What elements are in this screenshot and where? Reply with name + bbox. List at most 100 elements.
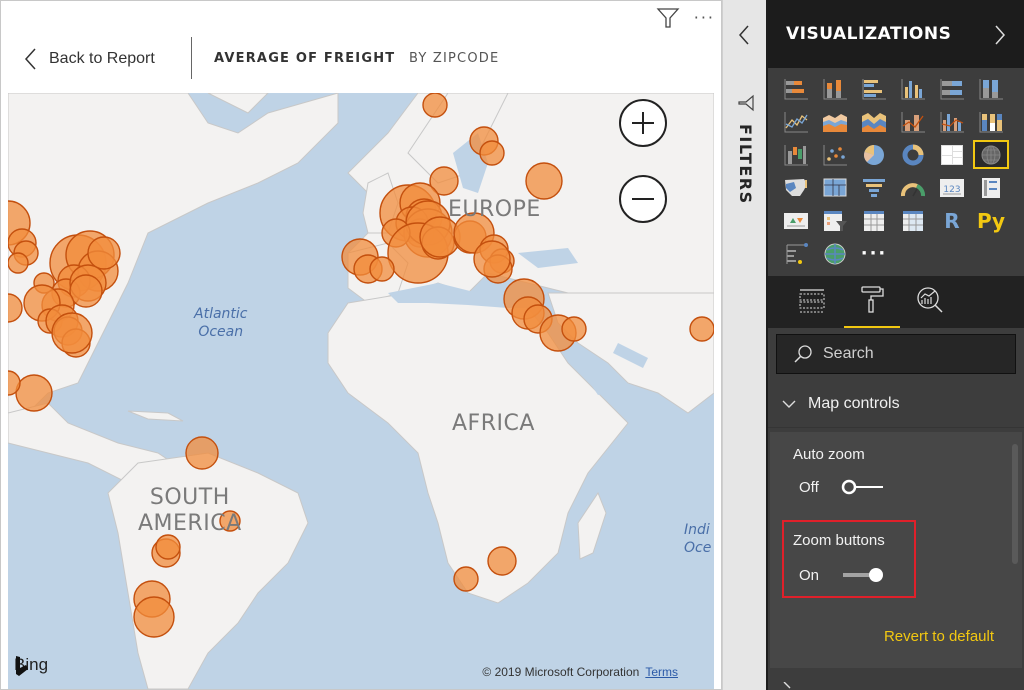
plus-icon <box>632 112 654 134</box>
multi-row-card-icon[interactable] <box>973 173 1009 202</box>
format-pane-scrollbar[interactable] <box>1012 444 1018 564</box>
table-icon[interactable] <box>856 206 892 235</box>
100-stacked-bar-chart-icon[interactable] <box>934 74 970 103</box>
line-and-clustered-column-chart-icon[interactable] <box>934 107 970 136</box>
funnel-chart-icon[interactable] <box>856 173 892 202</box>
map-label-europe: EUROPE <box>448 197 541 222</box>
tab-format[interactable] <box>844 284 900 328</box>
r-script-visual-icon[interactable]: R <box>934 206 970 235</box>
search-input[interactable] <box>823 345 1003 363</box>
map-bubble[interactable] <box>8 252 29 274</box>
map-bubble[interactable] <box>51 312 93 354</box>
stacked-column-chart-icon[interactable] <box>817 74 853 103</box>
map-bubble[interactable] <box>479 140 505 166</box>
map-bubble[interactable] <box>87 236 121 270</box>
pane-tab-bar <box>768 276 1024 328</box>
map-bubble[interactable] <box>155 534 181 560</box>
visual-header-icons: ··· <box>656 7 715 29</box>
map-label-atlantic-ocean: Atlantic Ocean <box>194 305 247 341</box>
map-canvas[interactable] <box>8 93 714 689</box>
ellipsis-icon[interactable]: ··· <box>694 10 715 26</box>
format-search[interactable] <box>776 334 1016 374</box>
python-visual-icon[interactable]: Py <box>973 206 1009 235</box>
stacked-area-chart-icon[interactable] <box>856 107 892 136</box>
analytics-icon <box>917 287 943 313</box>
line-chart-icon[interactable] <box>778 107 814 136</box>
map-bubble[interactable] <box>561 316 587 342</box>
auto-zoom-toggle[interactable]: Off <box>799 478 885 496</box>
back-to-report-button[interactable]: Back to Report <box>23 47 155 71</box>
waterfall-chart-icon[interactable] <box>778 140 814 169</box>
key-influencers-icon[interactable] <box>778 239 814 268</box>
toggle-off-icon <box>841 479 883 495</box>
zoom-in-button[interactable] <box>619 99 667 147</box>
terms-link[interactable]: Terms <box>645 665 678 679</box>
map-bubble[interactable] <box>185 436 219 470</box>
donut-chart-icon[interactable] <box>895 140 931 169</box>
next-section-header[interactable] <box>768 668 1024 690</box>
chevron-left-icon[interactable] <box>737 24 751 46</box>
map-bubble[interactable] <box>453 566 479 592</box>
visualizations-pane: VISUALIZATIONS 123 R Py ··· Search Map c… <box>766 0 1024 690</box>
100-stacked-column-chart-icon[interactable] <box>973 74 1009 103</box>
matrix-icon[interactable] <box>895 206 931 235</box>
treemap-icon[interactable] <box>934 140 970 169</box>
chevron-right-icon <box>783 682 791 689</box>
ribbon-chart-icon[interactable] <box>973 107 1009 136</box>
area-chart-icon[interactable] <box>817 107 853 136</box>
map-bubble[interactable] <box>525 162 563 200</box>
visual-title: AVERAGE OF FREIGHT <box>214 51 396 66</box>
zoom-out-button[interactable] <box>619 175 667 223</box>
tab-fields[interactable] <box>784 284 840 328</box>
clustered-column-chart-icon[interactable] <box>895 74 931 103</box>
funnel-icon[interactable] <box>656 7 680 29</box>
filled-map-icon[interactable] <box>778 173 814 202</box>
clustered-bar-chart-icon[interactable] <box>856 74 892 103</box>
map-bubble[interactable] <box>133 596 175 638</box>
map-icon[interactable] <box>973 140 1009 169</box>
filters-label[interactable]: FILTERS <box>736 124 755 205</box>
arcgis-map-icon[interactable] <box>817 239 853 268</box>
paint-roller-icon <box>861 286 884 313</box>
shape-map-icon[interactable] <box>817 173 853 202</box>
more-visuals-button[interactable]: ··· <box>856 239 892 268</box>
search-icon <box>794 345 812 363</box>
map-controls-section-header[interactable]: Map controls <box>768 380 1024 428</box>
fields-icon <box>799 289 825 313</box>
gauge-icon[interactable] <box>895 173 931 202</box>
copyright-text: © 2019 Microsoft Corporation <box>482 665 640 679</box>
auto-zoom-label: Auto zoom <box>793 446 865 463</box>
revert-to-default-link[interactable]: Revert to default <box>884 628 994 645</box>
atlantic-line-1: Atlantic <box>194 306 248 322</box>
line-and-stacked-column-chart-icon[interactable] <box>895 107 931 136</box>
map-bubble[interactable] <box>487 546 517 576</box>
map-bubble[interactable] <box>473 240 511 278</box>
funnel-icon <box>738 94 754 112</box>
scatter-chart-icon[interactable] <box>817 140 853 169</box>
bing-logo[interactable]: Bing <box>14 655 48 676</box>
stacked-bar-chart-icon[interactable] <box>778 74 814 103</box>
zoom-buttons-toggle[interactable]: On <box>799 566 885 584</box>
chevron-right-icon[interactable] <box>994 24 1006 46</box>
bing-map[interactable]: Atlantic Ocean Indi Oce EUROPE AFRICA SO… <box>8 93 714 689</box>
zoom-buttons-label: Zoom buttons <box>793 532 885 549</box>
pie-chart-icon[interactable] <box>856 140 892 169</box>
map-controls-section-body: Auto zoom Off Zoom buttons On Revert to … <box>770 432 1022 668</box>
map-bubble[interactable] <box>69 274 103 308</box>
indian-line-1: Indi <box>684 522 710 538</box>
slicer-icon[interactable] <box>817 206 853 235</box>
south-america-line-1: SOUTH <box>149 485 230 510</box>
map-bubble[interactable] <box>369 256 395 282</box>
map-bubble[interactable] <box>15 374 53 412</box>
ellipsis-icon: ··· <box>860 243 888 264</box>
minus-icon <box>632 198 654 200</box>
map-bubble[interactable] <box>422 93 448 118</box>
filters-pane-collapsed[interactable]: FILTERS <box>722 0 766 690</box>
chevron-left-icon <box>24 48 36 70</box>
map-bubble[interactable] <box>689 316 714 342</box>
report-header: ··· Back to Report AVERAGE OF FREIGHT BY… <box>1 1 721 93</box>
visual-subtitle: BY ZIPCODE <box>409 51 500 66</box>
tab-analytics[interactable] <box>902 284 958 328</box>
kpi-icon[interactable] <box>778 206 814 235</box>
card-icon[interactable]: 123 <box>934 173 970 202</box>
